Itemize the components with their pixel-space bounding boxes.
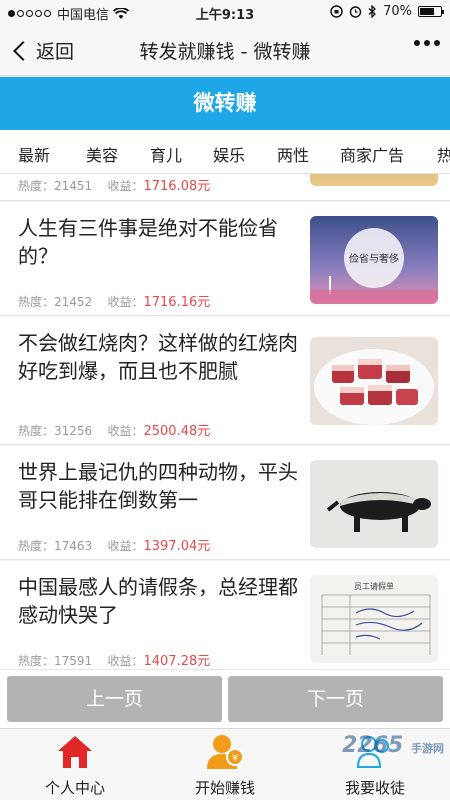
next-page-button[interactable]: 下一页 [228,676,443,722]
article-title: 世界上最记仇的四种动物，平头哥只能排在倒数第一 [18,460,298,512]
list-item[interactable]: 不会做红烧肉？这样做的红烧肉好吃到爆，而且也不肥腻 热度：31256 收益：25… [0,317,450,445]
more-options-icon[interactable] [414,40,440,46]
status-bar: 中国电信 上午9:13 70% [0,0,450,24]
list-item[interactable]: 人生有三件事是绝对不能俭省的？ 热度：21452 收益：1716.16元 俭省与… [0,202,450,316]
tab-start-earning[interactable]: ¥ 开始赚钱 [150,733,300,797]
list-item[interactable]: 世界上最记仇的四种动物，平头哥只能排在倒数第一 热度：17463 收益：1397… [0,446,450,560]
navigation-bar: 返回 转发就赚钱 - 微转赚 [0,24,450,76]
article-thumbnail [310,337,438,425]
article-meta: 热度：21452 收益：1716.16元 [18,295,211,310]
tab-latest[interactable]: 最新 [18,142,50,166]
tab-relationships[interactable]: 两性 [277,142,309,166]
income-value: 1716.16元 [143,295,211,310]
article-feed: 热度：21451 收益：1716.08元 人生有三件事是绝对不能俭省的？ 热度：… [0,174,450,670]
article-meta: 热度：17463 收益：1397.04元 [18,539,211,554]
hot-count: 21452 [54,295,93,309]
income-value: 2500.48元 [143,424,211,439]
tab-merchant-ads[interactable]: 商家广告 [340,142,404,166]
alarm-icon [349,6,362,18]
article-thumbnail: 俭省与奢侈 [310,216,438,304]
article-title: 中国最感人的请假条，总经理都感动快哭了 [18,575,298,627]
prev-page-button[interactable]: 上一页 [7,676,222,722]
tab-beauty[interactable]: 美容 [86,142,118,166]
page-title: 转发就赚钱 - 微转赚 [139,41,311,63]
hot-count: 17463 [54,539,93,553]
article-title: 人生有三件事是绝对不能俭省的？ [18,216,278,268]
app-banner: 微转赚 [0,77,450,130]
user-coin-icon: ¥ [207,735,244,769]
bluetooth-icon [368,5,377,18]
article-meta: 热度：31256 收益：2500.48元 [18,424,211,439]
article-thumbnail [310,174,438,186]
article-meta: 热度：17591 收益：1407.28元 [18,654,211,669]
tab-start-earning-label: 开始赚钱 [194,779,255,797]
svg-text:俭省与奢侈: 俭省与奢侈 [349,252,399,265]
watermark-logo: 2265 手游网 [342,733,444,758]
svg-text:¥: ¥ [232,753,238,764]
battery-percent: 70% [383,4,412,19]
home-icon [58,736,92,768]
article-thumbnail [310,460,438,548]
pagination: 上一页 下一页 [0,670,450,728]
income-value: 1407.28元 [143,654,211,669]
hot-count: 17591 [54,654,93,668]
tab-hot[interactable]: 热 [437,142,450,166]
category-tabs: 最新 美容 育儿 娱乐 两性 商家广告 热 [0,130,450,174]
tab-entertainment[interactable]: 娱乐 [213,142,245,166]
tab-parenting[interactable]: 育儿 [150,142,182,166]
article-meta: 热度：21451 收益：1716.08元 [18,179,211,194]
hot-count: 31256 [54,424,93,438]
tab-profile-label: 个人中心 [44,779,105,797]
income-value: 1716.08元 [143,179,211,194]
income-value: 1397.04元 [143,539,211,554]
article-thumbnail: 员工请假单 [310,575,438,663]
tab-recruit-label: 我要收徒 [344,779,405,797]
battery-icon [418,6,444,17]
hot-count: 21451 [54,179,93,193]
tab-profile[interactable]: 个人中心 [0,733,150,797]
svg-text:员工请假单: 员工请假单 [354,581,394,591]
bottom-tab-bar: 个人中心 ¥ 开始赚钱 我要收徒 2265 手游网 [0,728,450,800]
list-item[interactable]: 中国最感人的请假条，总经理都感动快哭了 热度：17591 收益：1407.28元… [0,561,450,670]
article-title: 不会做红烧肉？这样做的红烧肉好吃到爆，而且也不肥腻 [18,331,298,383]
list-item[interactable]: 热度：21451 收益：1716.08元 [0,174,450,201]
rotation-lock-icon [330,5,343,18]
